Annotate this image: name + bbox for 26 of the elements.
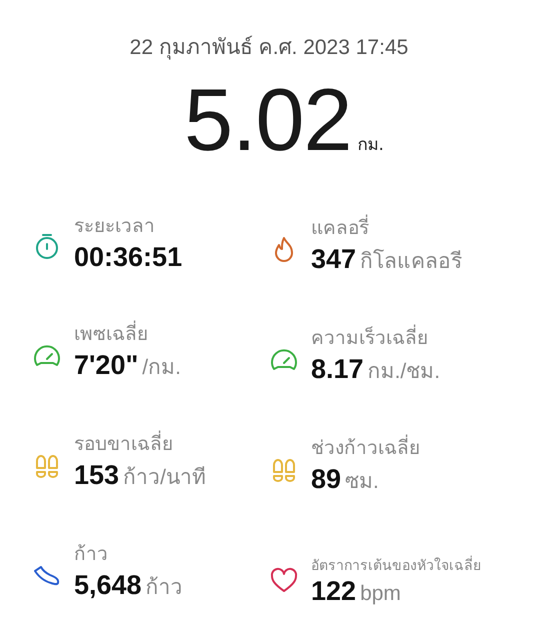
- metric-value: 122: [311, 576, 356, 607]
- metric-label: ก้าว: [74, 543, 109, 568]
- metric-value: 153: [74, 460, 120, 491]
- metric-label: อัตราการเต้นของหัวใจเฉลี่ย: [311, 556, 481, 574]
- metric-label: รอบขาเฉลี่ย: [74, 433, 206, 458]
- metric-unit: /กม.: [142, 355, 181, 381]
- metric-value: 8.17: [311, 354, 364, 385]
- metric-label: เพซเฉลี่ย: [74, 323, 181, 348]
- metric-value: 89: [311, 464, 342, 495]
- metric-unit: ซม.: [345, 469, 379, 495]
- metric-unit: bpm: [360, 582, 401, 606]
- workout-date: 22 กุมภาพันธ์ ค.ศ. 2023 17:45: [130, 34, 408, 62]
- metric-unit: กม./ชม.: [368, 359, 440, 385]
- metric-unit: ก้าว/นาที: [123, 465, 206, 491]
- distance-value: 5.02: [184, 69, 352, 171]
- metric-value: 00:36:51: [74, 242, 182, 273]
- metric-value: 7'20": [74, 350, 138, 381]
- metric-label: ความเร็วเฉลี่ย: [311, 327, 440, 352]
- metric-unit: กิโลแคลอรี: [360, 248, 462, 275]
- distance-unit: กม.: [357, 134, 384, 157]
- metric-value: 5,648: [74, 570, 142, 601]
- metric-label: ระยะเวลา: [74, 215, 156, 240]
- metric-label: ช่วงก้าวเฉลี่ย: [311, 437, 420, 462]
- metric-label: แคลอรี่: [311, 217, 462, 242]
- metric-value: 347: [311, 244, 356, 275]
- metric-unit: ก้าว: [146, 575, 183, 601]
